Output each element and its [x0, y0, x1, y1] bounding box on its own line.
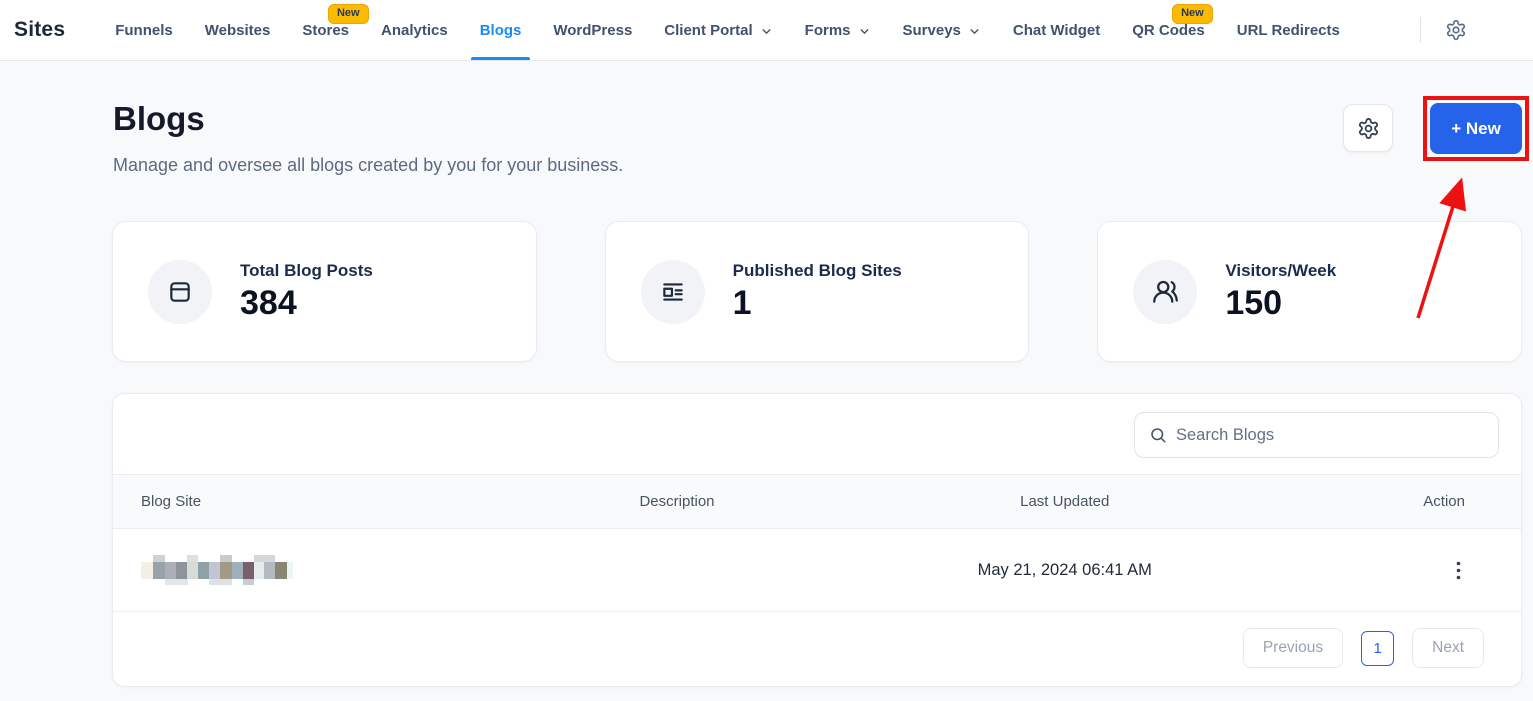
kebab-menu-icon [1456, 561, 1461, 580]
stat-value: 150 [1225, 284, 1336, 323]
nav-item-surveys[interactable]: Surveys [903, 0, 981, 60]
row-actions-kebab-button[interactable] [1452, 557, 1465, 584]
new-blog-button[interactable]: + New [1430, 103, 1522, 154]
nav-item-url-redirects[interactable]: URL Redirects [1237, 0, 1340, 60]
nav-divider [1420, 17, 1421, 43]
blog-settings-button[interactable] [1343, 104, 1393, 152]
page-number-button[interactable]: 1 [1361, 631, 1394, 666]
settings-gear-icon[interactable] [1445, 19, 1467, 41]
stat-card-visitors-week: Visitors/Week 150 [1097, 221, 1522, 362]
pagination: Previous 1 Next [113, 610, 1522, 686]
action-cell [1452, 557, 1522, 584]
stat-card-published-blog-sites: Published Blog Sites 1 [605, 221, 1030, 362]
stats-row: Total Blog Posts 384 Published Blog Site… [112, 221, 1522, 362]
nav-item-qr-codes[interactable]: QR Codes New [1132, 0, 1205, 60]
blogs-page: Sites Funnels Websites Stores New Analyt… [0, 0, 1533, 701]
nav-item-client-portal[interactable]: Client Portal [664, 0, 772, 60]
blogs-table-card: Blog Site Description Last Updated Actio… [112, 393, 1522, 687]
new-badge: New [1172, 4, 1213, 24]
page-title: Blogs [113, 100, 205, 138]
stat-value: 384 [240, 284, 373, 323]
previous-page-button[interactable]: Previous [1243, 628, 1343, 668]
table-row[interactable]: May 21, 2024 06:41 AM [113, 529, 1522, 612]
last-updated-cell: May 21, 2024 06:41 AM [978, 561, 1152, 580]
stat-label: Published Blog Sites [733, 261, 902, 281]
nav-item-stores[interactable]: Stores New [302, 0, 349, 60]
gear-icon [1357, 117, 1380, 140]
nav-item-wordpress[interactable]: WordPress [553, 0, 632, 60]
new-badge: New [328, 4, 369, 24]
column-header-last-updated: Last Updated [1020, 493, 1109, 510]
nav-item-forms[interactable]: Forms [805, 0, 871, 60]
search-box [1134, 412, 1499, 458]
search-input[interactable] [1176, 426, 1484, 445]
search-icon [1149, 426, 1167, 444]
sites-brand: Sites [14, 18, 65, 42]
column-header-description: Description [639, 493, 714, 510]
stat-card-total-blog-posts: Total Blog Posts 384 [112, 221, 537, 362]
column-header-action: Action [1423, 493, 1522, 510]
nav-items: Funnels Websites Stores New Analytics Bl… [115, 0, 1340, 60]
nav-item-blogs[interactable]: Blogs [480, 0, 522, 60]
blog-site-name-redacted [113, 555, 494, 585]
chevron-down-icon [760, 25, 773, 38]
chevron-down-icon [968, 25, 981, 38]
next-page-button[interactable]: Next [1412, 628, 1484, 668]
stat-label: Total Blog Posts [240, 261, 373, 281]
nav-item-analytics[interactable]: Analytics [381, 0, 448, 60]
stat-label: Visitors/Week [1225, 261, 1336, 281]
nav-item-funnels[interactable]: Funnels [115, 0, 173, 60]
page-subtitle: Manage and oversee all blogs created by … [113, 155, 623, 176]
nav-right [1420, 0, 1533, 60]
nav-item-websites[interactable]: Websites [205, 0, 271, 60]
table-header-row: Blog Site Description Last Updated Actio… [113, 474, 1522, 529]
visitors-icon [1133, 260, 1197, 324]
stat-value: 1 [733, 284, 902, 323]
column-header-blog-site: Blog Site [113, 493, 494, 510]
chevron-down-icon [858, 25, 871, 38]
blog-posts-icon [148, 260, 212, 324]
redacted-pixelated-text [141, 555, 293, 585]
nav-item-chat-widget[interactable]: Chat Widget [1013, 0, 1100, 60]
top-nav: Sites Funnels Websites Stores New Analyt… [0, 0, 1533, 61]
published-sites-icon [641, 260, 705, 324]
